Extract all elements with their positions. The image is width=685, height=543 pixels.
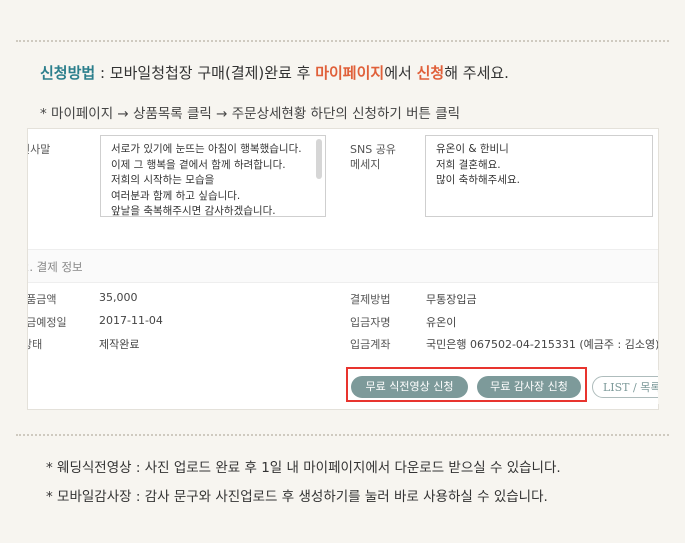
howto-apply: 신청 xyxy=(416,64,445,82)
row-label: 상태 xyxy=(28,338,43,351)
row-label: 입금계좌 xyxy=(350,338,391,351)
row-label: 입금예정일 xyxy=(27,316,67,329)
footer-note-thanks: * 모바일감사장 : 감사 문구와 사진업로드 후 생성하기를 눌러 바로 사용… xyxy=(46,489,548,505)
greeting-line: 앞날을 축복해주시면 감사하겠습니다. xyxy=(111,205,276,217)
howto-title: 신청방법 xyxy=(40,64,96,82)
greeting-line: 여러분과 함께 하고 싶습니다. xyxy=(111,189,241,202)
greeting-line: 저희의 시작하는 모습을 xyxy=(111,174,215,186)
top-divider xyxy=(16,40,669,42)
row-label: 입금자명 xyxy=(350,316,391,329)
row-label: 결제방법 xyxy=(350,293,391,306)
howto-text-3: 해 주세요. xyxy=(444,64,509,82)
list-button-clip xyxy=(658,370,685,404)
sns-line: 저희 결혼해요. xyxy=(436,158,501,171)
sns-line: 유온이 & 한비니 xyxy=(436,143,509,155)
greeting-scrollbar xyxy=(316,139,322,179)
free-video-apply-button[interactable]: 무료 식전영상 신청 xyxy=(351,376,468,398)
sns-line: 많이 축하해주세요. xyxy=(436,174,520,186)
howto-mypage: 마이페이지 xyxy=(315,64,385,82)
payment-section-title: 2. 결제 정보 xyxy=(27,260,83,274)
sns-label: SNS 공유 xyxy=(350,143,396,156)
payment-section-header: 2. 결제 정보 xyxy=(28,249,658,283)
sns-label-2: 메세지 xyxy=(350,158,381,171)
row-value: 제작완료 xyxy=(99,338,140,351)
greeting-line: 서로가 있기에 눈뜨는 아침이 행복했습니다. xyxy=(111,143,302,155)
row-label: 상품금액 xyxy=(27,293,57,306)
howto-line: 신청방법 : 모바일청첩장 구매(결제)완료 후 마이페이지에서 신청해 주세요… xyxy=(40,62,509,83)
bottom-divider xyxy=(16,434,669,436)
row-value: 유온이 xyxy=(426,316,457,329)
free-thanks-card-apply-button[interactable]: 무료 감사장 신청 xyxy=(477,376,581,398)
howto-text-1: : 모바일청첩장 구매(결제)완료 후 xyxy=(95,64,316,82)
greeting-message-box: 서로가 있기에 눈뜨는 아침이 행복했습니다. 이제 그 행복을 곁에서 함께 … xyxy=(100,135,326,217)
row-value: 35,000 xyxy=(99,291,138,304)
footer-note-video: * 웨딩식전영상 : 사진 업로드 완료 후 1일 내 마이페이지에서 다운로드… xyxy=(46,460,561,476)
greeting-label: 인사말 xyxy=(28,143,51,156)
howto-note: * 마이페이지 → 상품목록 클릭 → 주문상세현황 하단의 신청하기 버튼 클… xyxy=(40,106,461,122)
greeting-line: 이제 그 행복을 곁에서 함께 하려합니다. xyxy=(111,158,286,171)
row-value: 무통장입금 xyxy=(426,293,477,306)
row-value: 국민은행 067502-04-215331 (예금주 : 김소영) xyxy=(426,338,659,351)
row-value: 2017-11-04 xyxy=(99,314,163,327)
sns-message-box: 유온이 & 한비니 저희 결혼해요. 많이 축하해주세요. xyxy=(425,135,653,217)
howto-text-2: 에서 xyxy=(384,64,417,82)
